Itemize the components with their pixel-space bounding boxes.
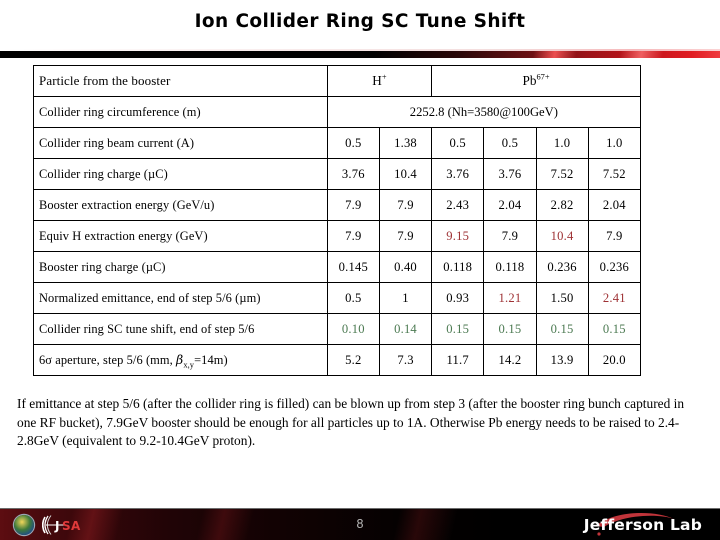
- cell-r1-c5: 7.52: [587, 158, 642, 190]
- cell-r4-c4: 0.236: [535, 251, 589, 283]
- table-row: Normalized emittance, end of step 5/6 (µ…: [33, 282, 642, 314]
- table-row: Collider ring charge (µC) 3.76 10.4 3.76…: [33, 158, 642, 190]
- cell-r1-c4: 7.52: [535, 158, 589, 190]
- column-header-particle: Particle from the booster: [33, 65, 328, 97]
- cell-r7-c0: 5.2: [326, 344, 380, 376]
- cell-r4-c3: 0.118: [483, 251, 537, 283]
- cell-r4-c0: 0.145: [326, 251, 380, 283]
- cell-r7-c2: 11.7: [431, 344, 485, 376]
- row-label-booster-extraction-energy: Booster extraction energy (GeV/u): [33, 189, 328, 221]
- group-header-lead: Pb67+: [431, 65, 641, 97]
- cell-r6-c1: 0.14: [378, 313, 433, 345]
- table-row: Equiv H extraction energy (GeV) 7.9 7.9 …: [33, 220, 642, 252]
- tune-shift-table: Particle from the booster H+ Pb67+ Colli…: [33, 65, 642, 376]
- row-label-equiv-h-energy: Equiv H extraction energy (GeV): [33, 220, 328, 252]
- group-header-hydrogen-charge: +: [381, 72, 387, 82]
- cell-r1-c3: 3.76: [483, 158, 537, 190]
- footer-divider: [0, 508, 720, 509]
- aperture-label-pre: 6σ aperture, step 5/6 (mm,: [39, 353, 177, 367]
- cell-r3-c2: 9.15: [431, 220, 485, 252]
- cell-r3-c4: 10.4: [535, 220, 589, 252]
- cell-r0-c5: 1.0: [587, 127, 642, 159]
- cell-circumference-value: 2252.8 (Nh=3580@100GeV): [326, 96, 642, 128]
- cell-r5-c1: 1: [378, 282, 433, 314]
- cell-r7-c3: 14.2: [483, 344, 537, 376]
- cell-r4-c5: 0.236: [587, 251, 642, 283]
- cell-r2-c2: 2.43: [431, 189, 485, 221]
- table-row: Booster ring charge (µC) 0.145 0.40 0.11…: [33, 251, 642, 283]
- slide: Ion Collider Ring SC Tune Shift Particle…: [0, 0, 720, 540]
- cell-r0-c1: 1.38: [378, 127, 433, 159]
- cell-r6-c4: 0.15: [535, 313, 589, 345]
- aperture-label-post: =14m): [194, 353, 228, 367]
- cell-r2-c5: 2.04: [587, 189, 642, 221]
- cell-r5-c0: 0.5: [326, 282, 380, 314]
- cell-r1-c0: 3.76: [326, 158, 380, 190]
- cell-r6-c0: 0.10: [326, 313, 380, 345]
- cell-r3-c1: 7.9: [378, 220, 433, 252]
- title-rule: [0, 51, 720, 58]
- beta-subscript: x,y: [183, 360, 195, 370]
- cell-r4-c1: 0.40: [378, 251, 433, 283]
- cell-r3-c3: 7.9: [483, 220, 537, 252]
- cell-r4-c2: 0.118: [431, 251, 485, 283]
- group-header-hydrogen: H+: [326, 65, 433, 97]
- slide-edge-left: [0, 0, 4, 52]
- table-row: 6σ aperture, step 5/6 (mm, βx,y=14m) 5.2…: [33, 344, 642, 376]
- cell-r6-c3: 0.15: [483, 313, 537, 345]
- page-number: 8: [356, 517, 364, 531]
- cell-r5-c2: 0.93: [431, 282, 485, 314]
- cell-r6-c5: 0.15: [587, 313, 642, 345]
- cell-r3-c0: 7.9: [326, 220, 380, 252]
- table-row: Collider ring beam current (A) 0.5 1.38 …: [33, 127, 642, 159]
- table-row: Collider ring circumference (m) 2252.8 (…: [33, 96, 642, 128]
- row-label-aperture: 6σ aperture, step 5/6 (mm, βx,y=14m): [33, 344, 328, 376]
- cell-r2-c1: 7.9: [378, 189, 433, 221]
- group-header-lead-label: Pb: [522, 73, 537, 88]
- cell-r5-c5: 2.41: [587, 282, 642, 314]
- row-label-beam-current: Collider ring beam current (A): [33, 127, 328, 159]
- table-header-row: Particle from the booster H+ Pb67+: [33, 65, 641, 97]
- cell-r3-c5: 7.9: [587, 220, 642, 252]
- cell-r6-c2: 0.15: [431, 313, 485, 345]
- table-row: Booster extraction energy (GeV/u) 7.9 7.…: [33, 189, 642, 221]
- page-title: Ion Collider Ring SC Tune Shift: [194, 11, 526, 32]
- note-paragraph: If emittance at step 5/6 (after the coll…: [17, 396, 685, 449]
- group-header-lead-charge: 67+: [536, 72, 550, 82]
- cell-r7-c1: 7.3: [378, 344, 433, 376]
- cell-r0-c2: 0.5: [431, 127, 485, 159]
- cell-r7-c5: 20.0: [587, 344, 642, 376]
- row-label-collider-charge: Collider ring charge (µC): [33, 158, 328, 190]
- cell-r2-c0: 7.9: [326, 189, 380, 221]
- table-row: Collider ring SC tune shift, end of step…: [33, 313, 642, 345]
- cell-r1-c1: 10.4: [378, 158, 433, 190]
- cell-r0-c3: 0.5: [483, 127, 537, 159]
- title-band: Ion Collider Ring SC Tune Shift: [0, 0, 720, 50]
- group-header-hydrogen-label: H: [372, 73, 382, 88]
- row-label-circumference: Collider ring circumference (m): [33, 96, 328, 128]
- cell-r0-c4: 1.0: [535, 127, 589, 159]
- cell-r7-c4: 13.9: [535, 344, 589, 376]
- cell-r2-c3: 2.04: [483, 189, 537, 221]
- row-label-booster-ring-charge: Booster ring charge (µC): [33, 251, 328, 283]
- row-label-normalized-emittance: Normalized emittance, end of step 5/6 (µ…: [33, 282, 328, 314]
- slide-footer: J S A Jefferson Lab 8: [0, 508, 720, 540]
- cell-r1-c2: 3.76: [431, 158, 485, 190]
- cell-r2-c4: 2.82: [535, 189, 589, 221]
- slide-edge-right: [716, 0, 720, 52]
- cell-r0-c0: 0.5: [326, 127, 380, 159]
- cell-r5-c4: 1.50: [535, 282, 589, 314]
- row-label-sc-tune-shift: Collider ring SC tune shift, end of step…: [33, 313, 328, 345]
- cell-r5-c3: 1.21: [483, 282, 537, 314]
